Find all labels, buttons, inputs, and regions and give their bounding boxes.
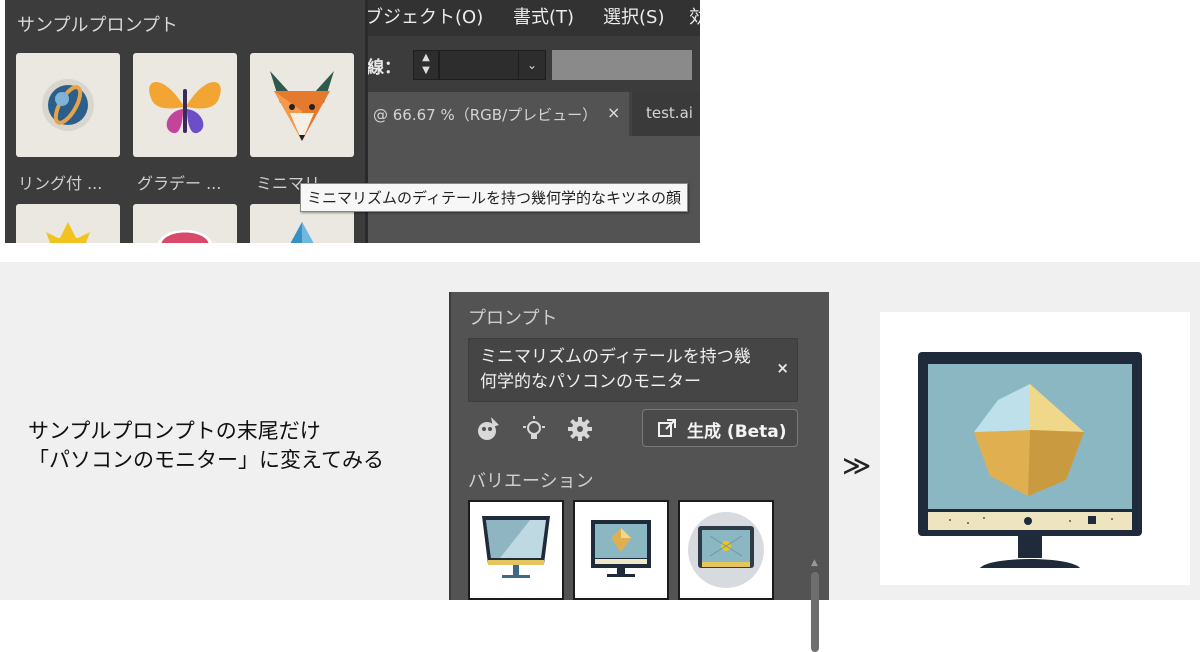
tab-document-1[interactable]: @ 66.67 %（RGB/プレビュー） × — [367, 92, 629, 136]
menu-object[interactable]: ブジェクト(O) — [365, 3, 483, 29]
sample-label-2: グラデー ... — [137, 174, 222, 193]
monitor-crystal-icon — [918, 352, 1142, 568]
prompt-line-2: 何学的なパソコンのモニター — [480, 372, 701, 392]
caption-line-2: 「パソコンのモニター」に変えてみる — [28, 448, 384, 472]
style-picker-icon[interactable] — [473, 415, 501, 443]
lightbulb-icon[interactable] — [520, 415, 548, 443]
tab-title: test.ai — [646, 104, 693, 122]
panel-title: サンプルプロンプト — [17, 15, 178, 36]
generate-icon — [658, 419, 676, 437]
arrow: ≫ — [842, 449, 872, 482]
close-icon[interactable]: × — [607, 103, 620, 122]
caption-line-1: サンプルプロンプトの末尾だけ — [28, 419, 321, 443]
variations-heading: バリエーション — [468, 471, 594, 492]
style-field[interactable] — [552, 50, 692, 80]
sample-label-1: リング付 ... — [18, 174, 103, 193]
prompt-input[interactable]: ミニマリズムのディテールを持つ幾 何学的なパソコンのモニター × — [468, 338, 798, 402]
tooltip: ミニマリズムのディテールを持つ幾何学的なキツネの顔 — [300, 183, 688, 212]
menu-type[interactable]: 書式(T) — [513, 3, 574, 29]
monitor-variation-icon — [482, 516, 550, 578]
prompt-line-1: ミニマリズムのディテールを持つ幾 — [480, 347, 751, 367]
ring-sphere-icon — [42, 79, 94, 131]
stroke-weight-input[interactable] — [439, 50, 519, 80]
clear-icon[interactable]: × — [776, 359, 789, 377]
stroke-label: 線： — [367, 58, 401, 78]
sample-thumb-pink[interactable] — [133, 204, 237, 243]
sample-thumb-flower[interactable] — [16, 204, 120, 243]
variation-thumb-3[interactable] — [678, 500, 774, 600]
scrollbar[interactable]: ▲ — [809, 352, 821, 652]
variation-thumb-2[interactable] — [573, 500, 669, 600]
chevron-up-icon[interactable]: ▲ — [811, 558, 818, 568]
pink-cap-icon — [158, 230, 212, 243]
tab-title: @ 66.67 %（RGB/プレビュー） — [373, 106, 598, 124]
chevron-down-icon[interactable]: ⌄ — [518, 50, 546, 80]
prompt-panel: プロンプト ミニマリズムのディテールを持つ幾 何学的なパソコンのモニター × 生… — [449, 292, 829, 652]
caption: サンプルプロンプトの末尾だけ 「パソコンのモニター」に変えてみる — [28, 417, 384, 475]
sample-thumb-butterfly[interactable] — [133, 53, 237, 157]
variation-thumb-1[interactable] — [468, 500, 564, 600]
generate-label: 生成 (Beta) — [687, 422, 787, 442]
monitor-variation-icon — [591, 520, 651, 577]
gear-icon[interactable] — [566, 415, 594, 443]
result-image — [880, 312, 1190, 585]
yellow-flower-icon — [46, 222, 90, 243]
scroll-thumb[interactable] — [811, 572, 819, 652]
explanation-area: サンプルプロンプトの末尾だけ 「パソコンのモニター」に変えてみる プロンプト ミ… — [0, 262, 1200, 652]
tab-document-2[interactable]: test.ai — [632, 92, 700, 136]
fox-icon — [270, 71, 334, 141]
sample-thumb-fox[interactable] — [250, 53, 354, 157]
illustrator-screenshot: ブジェクト(O) 書式(T) 選択(S) 効 線： ▲ ▼ ⌄ @ 66.67 %… — [5, 0, 700, 243]
monitor-variation-icon — [688, 512, 764, 588]
stroke-spinner[interactable]: ▲ ▼ — [413, 50, 439, 80]
menu-effect[interactable]: 効 — [689, 3, 700, 29]
prompt-heading: プロンプト — [468, 308, 558, 329]
sample-thumb-ring[interactable] — [16, 53, 120, 157]
generate-button[interactable]: 生成 (Beta) — [642, 409, 798, 447]
menu-select[interactable]: 選択(S) — [603, 3, 664, 29]
butterfly-icon — [149, 81, 221, 134]
prompt-text: ミニマリズムのディテールを持つ幾 何学的なパソコンのモニター — [480, 345, 770, 395]
